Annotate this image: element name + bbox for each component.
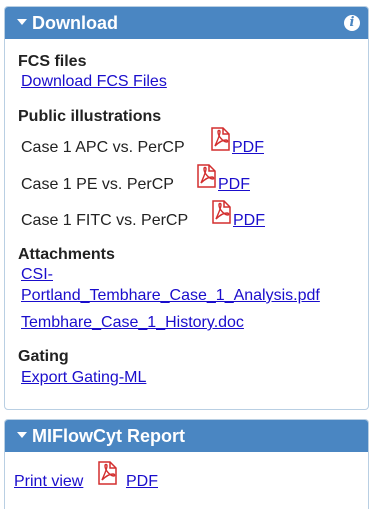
info-icon[interactable]: i xyxy=(344,15,360,31)
illustration-pdf-link-pe[interactable]: PDF xyxy=(218,176,250,194)
attachment-link-history[interactable]: Tembhare_Case_1_History.doc xyxy=(21,314,244,332)
report-pdf-link[interactable]: PDF xyxy=(126,473,158,491)
illustration-label-apc: Case 1 APC vs. PerCP xyxy=(21,139,185,156)
miflowcyt-report-header[interactable]: MIFlowCyt Report xyxy=(5,420,368,452)
attachment-link-analysis-line2[interactable]: Portland_Tembhare_Case_1_Analysis.pdf xyxy=(21,287,320,305)
caret-down-icon xyxy=(17,432,27,439)
miflowcyt-report-panel: MIFlowCyt Report Print view PDF xyxy=(4,419,369,509)
illustration-pdf-link-apc[interactable]: PDF xyxy=(232,139,264,157)
illustration-label-fitc: Case 1 FITC vs. PerCP xyxy=(21,212,189,229)
public-illustrations-heading: Public illustrations xyxy=(18,108,162,125)
caret-down-icon xyxy=(17,19,27,26)
download-panel-title: Download xyxy=(32,13,118,33)
attachment-link-analysis-line1[interactable]: CSI- xyxy=(21,266,53,284)
fcs-files-heading: FCS files xyxy=(18,53,87,70)
download-panel: Download i FCS files Download FCS Files … xyxy=(4,6,369,410)
pdf-file-icon[interactable] xyxy=(195,164,217,188)
miflowcyt-report-title: MIFlowCyt Report xyxy=(32,426,185,446)
pdf-file-icon[interactable] xyxy=(96,461,118,485)
print-view-link[interactable]: Print view xyxy=(14,473,83,491)
gating-heading: Gating xyxy=(18,348,69,365)
illustration-pdf-link-fitc[interactable]: PDF xyxy=(233,212,265,230)
pdf-file-icon[interactable] xyxy=(210,200,232,224)
export-gating-ml-link[interactable]: Export Gating-ML xyxy=(21,369,146,387)
attachments-heading: Attachments xyxy=(18,246,115,263)
download-fcs-files-link[interactable]: Download FCS Files xyxy=(21,73,167,91)
download-panel-header[interactable]: Download i xyxy=(5,7,368,39)
pdf-file-icon[interactable] xyxy=(209,127,231,151)
illustration-label-pe: Case 1 PE vs. PerCP xyxy=(21,176,174,193)
